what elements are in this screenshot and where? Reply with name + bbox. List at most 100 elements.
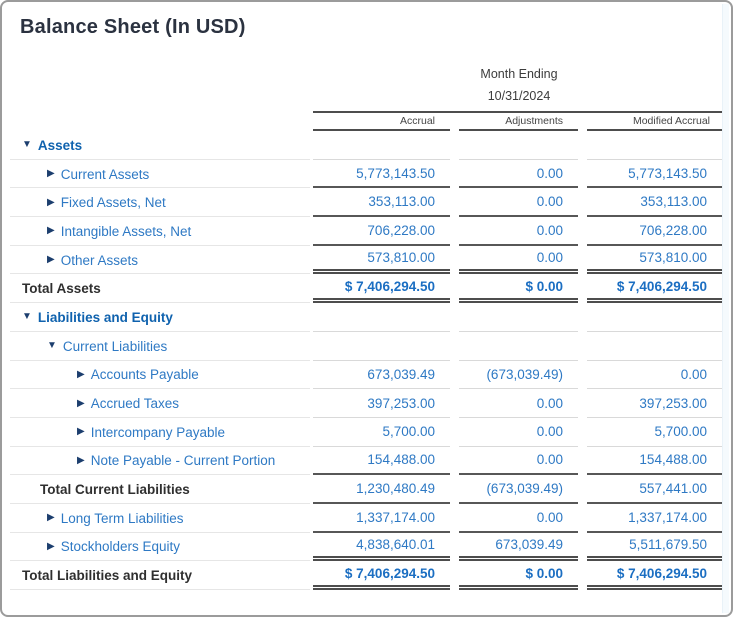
- cell-adjustments[interactable]: 673,039.49: [459, 533, 578, 562]
- cell-accrual[interactable]: 397,253.00: [313, 389, 450, 418]
- collapse-toggle-icon[interactable]: ▼: [22, 140, 32, 150]
- expand-toggle-icon[interactable]: ▶: [77, 370, 85, 380]
- cell-adjustments[interactable]: $ 0.00: [459, 561, 578, 590]
- expand-toggle-icon[interactable]: ▶: [47, 513, 55, 523]
- cell-modified-accrual[interactable]: $ 7,406,294.50: [587, 274, 725, 303]
- row-label[interactable]: Intangible Assets, Net: [61, 224, 192, 239]
- row-label[interactable]: Accrued Taxes: [91, 396, 179, 411]
- column-gap: [450, 217, 459, 246]
- cell-accrual[interactable]: 573,810.00: [313, 246, 450, 275]
- row-label-cell: ▼ Liabilities and Equity: [2, 303, 313, 332]
- table-row: ▶ Accrued Taxes 397,253.00 0.00 397,253.00: [2, 389, 731, 418]
- expand-toggle-icon[interactable]: ▶: [77, 399, 85, 409]
- expand-toggle-icon[interactable]: ▶: [47, 169, 55, 179]
- cell-modified-accrual[interactable]: 5,511,679.50: [587, 533, 725, 562]
- cell-accrual[interactable]: 154,488.00: [313, 447, 450, 476]
- cell-adjustments[interactable]: 0.00: [459, 246, 578, 275]
- row-label[interactable]: Note Payable - Current Portion: [91, 453, 276, 468]
- cell-accrual[interactable]: 4,838,640.01: [313, 533, 450, 562]
- cell-adjustments[interactable]: 0.00: [459, 217, 578, 246]
- cell-accrual[interactable]: 5,773,143.50: [313, 160, 450, 189]
- row-label: Total Liabilities and Equity: [22, 568, 192, 583]
- row-label[interactable]: Liabilities and Equity: [38, 310, 173, 325]
- row-label[interactable]: Other Assets: [61, 253, 138, 268]
- column-gap: [450, 303, 459, 332]
- row-label-cell: ▶ Note Payable - Current Portion: [2, 447, 313, 476]
- row-label-cell: ▶ Stockholders Equity: [2, 533, 313, 562]
- column-gap: [450, 246, 459, 275]
- column-gap: [578, 246, 587, 275]
- table-row: ▶ Current Assets 5,773,143.50 0.00 5,773,143…: [2, 160, 731, 189]
- cell-accrual[interactable]: 1,337,174.00: [313, 504, 450, 533]
- cell-adjustments[interactable]: 0.00: [459, 188, 578, 217]
- row-label-cell: ▶ Other Assets: [2, 246, 313, 275]
- column-gap: [578, 188, 587, 217]
- column-gap: [578, 113, 587, 131]
- period-date: 10/31/2024: [313, 89, 725, 103]
- cell-modified-accrual[interactable]: 0.00: [587, 361, 725, 390]
- column-gap: [578, 418, 587, 447]
- row-label-cell: ▶ Accounts Payable: [2, 361, 313, 390]
- cell-modified-accrual[interactable]: 5,700.00: [587, 418, 725, 447]
- table-row: Total Assets$ 7,406,294.50$ 0.00$ 7,406,…: [2, 274, 731, 303]
- column-gap: [450, 332, 459, 361]
- cell-modified-accrual[interactable]: 397,253.00: [587, 389, 725, 418]
- row-label[interactable]: Current Liabilities: [63, 339, 167, 354]
- column-gap: [578, 561, 587, 590]
- cell-modified-accrual[interactable]: 353,113.00: [587, 188, 725, 217]
- row-label-cell: ▶ Accrued Taxes: [2, 389, 313, 418]
- cell-adjustments: [459, 131, 578, 160]
- cell-accrual[interactable]: 706,228.00: [313, 217, 450, 246]
- column-gap: [578, 389, 587, 418]
- cell-adjustments[interactable]: (673,039.49): [459, 361, 578, 390]
- row-label[interactable]: Accounts Payable: [91, 367, 199, 382]
- cell-accrual[interactable]: 673,039.49: [313, 361, 450, 390]
- cell-adjustments[interactable]: $ 0.00: [459, 274, 578, 303]
- table-row: ▶ Long Term Liabilities 1,337,174.00 0.00 1,…: [2, 504, 731, 533]
- column-gap: [578, 475, 587, 504]
- table-row: ▶ Intercompany Payable 5,700.00 0.00 5,700.0…: [2, 418, 731, 447]
- cell-accrual[interactable]: $ 7,406,294.50: [313, 561, 450, 590]
- row-label-cell: ▼ Assets: [2, 131, 313, 160]
- expand-toggle-icon[interactable]: ▶: [47, 198, 55, 208]
- row-label[interactable]: Assets: [38, 138, 82, 153]
- cell-adjustments[interactable]: 0.00: [459, 504, 578, 533]
- column-header-modified-accrual: Modified Accrual: [587, 113, 725, 131]
- cell-accrual: [313, 303, 450, 332]
- row-label[interactable]: Fixed Assets, Net: [61, 195, 166, 210]
- expand-toggle-icon[interactable]: ▶: [77, 456, 85, 466]
- expand-toggle-icon[interactable]: ▶: [47, 226, 55, 236]
- collapse-toggle-icon[interactable]: ▼: [47, 341, 57, 351]
- column-gap: [450, 361, 459, 390]
- row-label[interactable]: Intercompany Payable: [91, 425, 225, 440]
- collapse-toggle-icon[interactable]: ▼: [22, 312, 32, 322]
- cell-modified-accrual[interactable]: 706,228.00: [587, 217, 725, 246]
- cell-adjustments[interactable]: 0.00: [459, 418, 578, 447]
- cell-accrual[interactable]: 5,700.00: [313, 418, 450, 447]
- expand-toggle-icon[interactable]: ▶: [47, 542, 55, 552]
- cell-modified-accrual[interactable]: 154,488.00: [587, 447, 725, 476]
- row-label[interactable]: Stockholders Equity: [61, 539, 180, 554]
- column-gap: [578, 533, 587, 562]
- period-label: Month Ending: [313, 67, 725, 81]
- cell-modified-accrual[interactable]: 557,441.00: [587, 475, 725, 504]
- row-label[interactable]: Long Term Liabilities: [61, 511, 184, 526]
- cell-modified-accrual[interactable]: $ 7,406,294.50: [587, 561, 725, 590]
- cell-modified-accrual[interactable]: 573,810.00: [587, 246, 725, 275]
- cell-accrual[interactable]: 353,113.00: [313, 188, 450, 217]
- cell-accrual[interactable]: $ 7,406,294.50: [313, 274, 450, 303]
- cell-adjustments[interactable]: 0.00: [459, 160, 578, 189]
- cell-adjustments[interactable]: 0.00: [459, 389, 578, 418]
- column-gap: [450, 561, 459, 590]
- cell-accrual[interactable]: 1,230,480.49: [313, 475, 450, 504]
- cell-adjustments[interactable]: (673,039.49): [459, 475, 578, 504]
- cell-modified-accrual[interactable]: 1,337,174.00: [587, 504, 725, 533]
- cell-adjustments[interactable]: 0.00: [459, 447, 578, 476]
- row-label[interactable]: Current Assets: [61, 167, 150, 182]
- column-gap: [450, 113, 459, 131]
- expand-toggle-icon[interactable]: ▶: [77, 427, 85, 437]
- cell-modified-accrual[interactable]: 5,773,143.50: [587, 160, 725, 189]
- cell-adjustments: [459, 332, 578, 361]
- column-gap: [578, 447, 587, 476]
- expand-toggle-icon[interactable]: ▶: [47, 255, 55, 265]
